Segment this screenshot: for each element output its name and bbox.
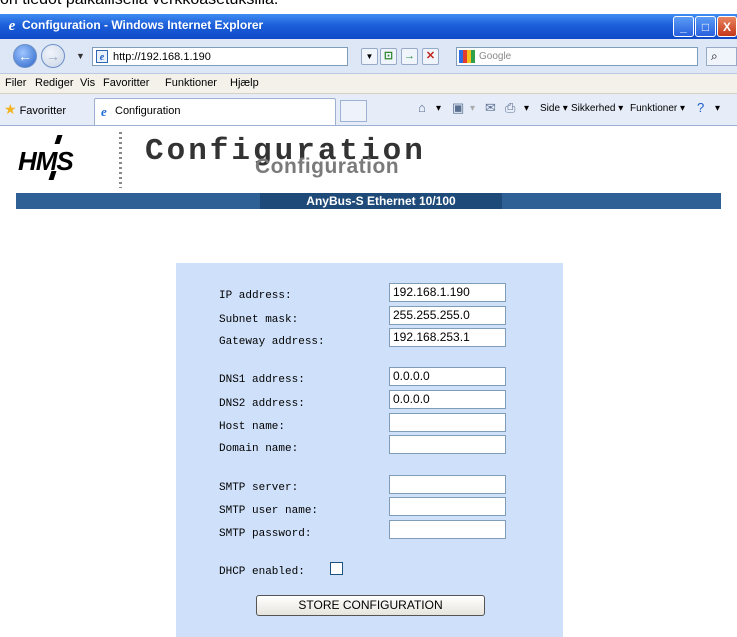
back-button[interactable]: ← (13, 44, 37, 68)
maximize-button[interactable]: □ (695, 16, 716, 37)
device-name: AnyBus-S Ethernet 10/100 (260, 193, 502, 209)
home-icon[interactable]: ⌂ (418, 100, 426, 115)
ie-icon: e (8, 18, 16, 34)
ie-tab-icon: e (101, 104, 107, 119)
subnet-mask-label: Subnet mask: (219, 314, 299, 326)
smtp-server-field[interactable] (389, 475, 506, 494)
host-name-field[interactable] (389, 413, 506, 432)
sikkerhed-menu[interactable]: Sikkerhed ▾ (571, 103, 623, 114)
window-titlebar: e Configuration - Windows Internet Explo… (0, 14, 737, 39)
close-button[interactable]: X (717, 16, 737, 37)
domain-name-field[interactable] (389, 435, 506, 454)
new-tab-button[interactable] (340, 100, 367, 122)
favorites-bar: ★ Favoritter e Configuration ⌂ ▾ ▣ ▾ ✉ ⎙ … (0, 94, 737, 126)
ip-address-label: IP address: (219, 290, 292, 302)
help-icon[interactable]: ? (697, 100, 704, 115)
compat-view-icon[interactable]: ⊡ (380, 48, 397, 65)
home-dropdown-icon[interactable]: ▾ (436, 103, 441, 114)
feeds-icon[interactable]: ▣ (452, 100, 464, 116)
dns1-address-field[interactable]: 0.0.0.0 (389, 367, 506, 386)
search-placeholder: Google (479, 51, 512, 62)
page-title-shadow: Configuration (255, 155, 400, 178)
tab-configuration[interactable]: e Configuration (94, 98, 336, 125)
funktioner-menu[interactable]: Funktioner ▾ (630, 103, 685, 114)
side-menu[interactable]: Side ▾ (540, 103, 568, 114)
history-dropdown-icon[interactable]: ▼ (76, 51, 85, 61)
search-button[interactable]: ⌕ (706, 47, 737, 66)
minimize-button[interactable]: _ (673, 16, 694, 37)
address-field[interactable]: e http://192.168.1.190 (92, 47, 348, 66)
tab-label: Configuration (115, 105, 181, 117)
menu-bar: Filer Rediger Vis Favoritter Funktioner … (0, 74, 737, 94)
hms-logo: HMS (18, 135, 98, 181)
store-configuration-button[interactable]: STORE CONFIGURATION (256, 595, 485, 616)
menu-item-hjaelp[interactable]: Hjælp (230, 77, 259, 89)
dns1-address-label: DNS1 address: (219, 374, 305, 386)
gateway-address-field[interactable]: 192.168.253.1 (389, 328, 506, 347)
window-title: Configuration - Windows Internet Explore… (22, 18, 264, 32)
forward-button[interactable]: → (41, 44, 65, 68)
dhcp-enabled-label: DHCP enabled: (219, 566, 305, 578)
dns2-address-label: DNS2 address: (219, 398, 305, 410)
search-field[interactable]: Google (456, 47, 698, 66)
dns2-address-field[interactable]: 0.0.0.0 (389, 390, 506, 409)
ip-address-field[interactable]: 192.168.1.190 (389, 283, 506, 302)
smtp-user-name-field[interactable] (389, 497, 506, 516)
menu-item-funktioner[interactable]: Funktioner (165, 77, 217, 89)
dhcp-enabled-checkbox[interactable] (330, 562, 343, 575)
address-dropdown-icon[interactable]: ▼ (361, 48, 378, 65)
address-url: http://192.168.1.190 (113, 51, 211, 63)
favorites-label: Favoritter (19, 105, 67, 117)
smtp-password-field[interactable] (389, 520, 506, 539)
google-icon (459, 50, 475, 63)
menu-item-favoritter[interactable]: Favoritter (103, 77, 149, 89)
star-icon: ★ (4, 101, 17, 117)
stop-button[interactable]: ✕ (422, 48, 439, 65)
header-band: AnyBus-S Ethernet 10/100 (16, 193, 721, 209)
smtp-server-label: SMTP server: (219, 482, 299, 494)
print-dropdown-icon[interactable]: ▾ (524, 103, 529, 114)
mail-icon[interactable]: ✉ (485, 100, 496, 116)
help-dropdown-icon[interactable]: ▾ (715, 103, 720, 114)
feeds-dropdown-icon[interactable]: ▾ (470, 103, 475, 114)
menu-item-rediger[interactable]: Rediger (35, 77, 74, 89)
domain-name-label: Domain name: (219, 443, 299, 455)
page-icon: e (96, 50, 108, 63)
address-toolbar: ← → ▼ e http://192.168.1.190 ▼ ⊡ → ✕ Goo… (0, 39, 737, 74)
smtp-password-label: SMTP password: (219, 528, 312, 540)
favorites-button[interactable]: ★ Favoritter (4, 101, 66, 118)
gateway-address-label: Gateway address: (219, 336, 325, 348)
smtp-user-name-label: SMTP user name: (219, 505, 319, 517)
logo-text: HMS (18, 146, 74, 176)
menu-item-vis[interactable]: Vis (80, 77, 95, 89)
print-icon[interactable]: ⎙ (505, 100, 515, 116)
page-top-text: on tiedot paikallisella verkkoasetuksill… (0, 0, 737, 11)
subnet-mask-field[interactable]: 255.255.255.0 (389, 306, 506, 325)
dotted-separator (119, 132, 122, 188)
menu-item-filer[interactable]: Filer (5, 77, 26, 89)
host-name-label: Host name: (219, 421, 286, 433)
go-button[interactable]: → (401, 48, 418, 65)
